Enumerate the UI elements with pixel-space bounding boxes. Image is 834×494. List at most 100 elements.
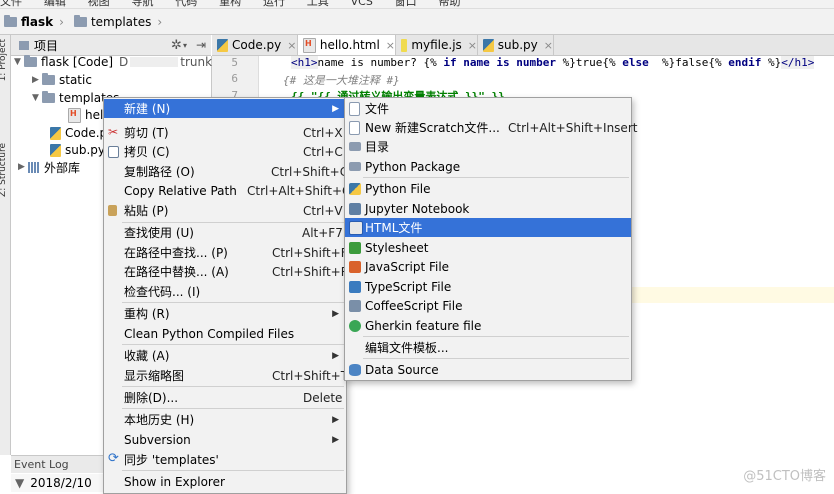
menu-item-delete[interactable]: 删除(D)... Delete	[104, 388, 346, 407]
python-file-icon	[50, 143, 61, 157]
tree-item-label: static	[59, 73, 92, 87]
code-token: </h1>	[781, 56, 815, 69]
collapse-arrow-icon[interactable]: ▼	[32, 93, 42, 103]
code-token: else	[622, 56, 649, 69]
menu-item-copy-path[interactable]: 复制路径 (O) Ctrl+Shift+C	[104, 162, 348, 181]
menu-item-subversion[interactable]: Subversion ▶	[104, 430, 346, 449]
menu-view[interactable]: 视图	[88, 0, 110, 8]
submenu-item-coffeescript[interactable]: CoffeeScript File	[345, 296, 631, 315]
submenu-item-gherkin[interactable]: Gherkin feature file	[345, 316, 631, 335]
menu-separator	[122, 470, 344, 471]
submenu-item-jupyter-notebook[interactable]: Jupyter Notebook	[345, 199, 631, 218]
menu-item-find-in-path[interactable]: 在路径中查找... (P) Ctrl+Shift+F	[104, 243, 348, 262]
submenu-item-directory[interactable]: 目录	[345, 137, 631, 156]
code-token: {%	[602, 56, 616, 69]
menu-code[interactable]: 代码	[175, 0, 197, 8]
code-token: <h1>	[291, 56, 318, 69]
menu-item-label: Jupyter Notebook	[365, 201, 470, 216]
menu-item-label: 新建 (N)	[124, 102, 171, 116]
menu-item-find-usages[interactable]: 查找使用 (U) Alt+F7	[104, 223, 346, 242]
menu-item-cut[interactable]: ✂ 剪切 (T) Ctrl+X	[104, 123, 346, 142]
submenu-item-new-scratch[interactable]: New 新建Scratch文件... Ctrl+Alt+Shift+Insert	[345, 118, 637, 137]
submenu-item-python-package[interactable]: Python Package	[345, 157, 631, 176]
menu-item-inspect-code[interactable]: 检查代码... (I)	[104, 282, 346, 301]
menu-item-replace-in-path[interactable]: 在路径中替换... (A) Ctrl+Shift+R	[104, 262, 349, 281]
submenu-item-javascript[interactable]: JavaScript File	[345, 257, 631, 276]
menu-window[interactable]: 窗口	[395, 0, 417, 8]
project-panel-title[interactable]: 项目	[34, 37, 58, 54]
tree-item-sub-py[interactable]: sub.py	[50, 141, 105, 159]
collapse-arrow-icon[interactable]: ▼	[14, 57, 24, 67]
submenu-item-edit-file-templates[interactable]: 编辑文件模板...	[345, 338, 631, 357]
close-icon[interactable]: ×	[386, 39, 395, 52]
menu-item-favorites[interactable]: 收藏 (A) ▶	[104, 346, 346, 365]
project-tool-button[interactable]: 1: Project	[0, 39, 8, 81]
menu-navigate[interactable]: 导航	[131, 0, 153, 8]
tree-item-code-py[interactable]: Code.p	[50, 124, 107, 142]
folder-icon	[24, 55, 37, 67]
menu-item-shortcut: Ctrl+X	[303, 125, 343, 140]
submenu-item-typescript[interactable]: TypeScript File	[345, 277, 631, 296]
menu-item-clean-python-compiled[interactable]: Clean Python Compiled Files	[104, 324, 346, 343]
menu-refactor[interactable]: 重构	[219, 0, 241, 8]
close-icon[interactable]: ×	[544, 39, 553, 52]
menu-item-label: 在路径中查找... (P)	[124, 246, 228, 260]
breadcrumb-folder[interactable]: templates	[73, 14, 151, 29]
code-token: if	[443, 56, 457, 69]
tree-item-label: flask [Code]	[41, 55, 114, 69]
expand-arrow-icon[interactable]: ▶	[32, 75, 42, 85]
menu-vcs[interactable]: VCS	[351, 0, 373, 8]
code-token: true	[575, 56, 603, 69]
tab-sub-py[interactable]: sub.py ×	[478, 35, 554, 55]
tree-item-static[interactable]: ▶ static	[32, 71, 92, 89]
menu-help[interactable]: 帮助	[438, 0, 460, 8]
submenu-item-python-file[interactable]: Python File	[345, 179, 631, 198]
breadcrumb-project-label: flask	[21, 14, 54, 29]
structure-tool-button[interactable]: Z: Structure	[0, 143, 8, 197]
submenu-arrow-icon: ▶	[332, 414, 339, 425]
menu-item-label: 编辑文件模板...	[365, 341, 449, 355]
tab-code-py[interactable]: Code.py ×	[212, 35, 298, 55]
gear-dropdown-icon[interactable]: ▾	[183, 41, 187, 50]
submenu-item-data-source[interactable]: Data Source	[345, 360, 631, 379]
code-token: is	[496, 56, 510, 69]
tab-hello-html[interactable]: hello.html ×	[298, 35, 396, 55]
menu-item-new[interactable]: 新建 (N) ▶	[104, 99, 346, 118]
tree-item-label: 外部库	[44, 160, 81, 175]
code-token: {%	[423, 56, 437, 69]
menu-item-refactor[interactable]: 重构 (R) ▶	[104, 304, 346, 323]
submenu-item-html-file[interactable]: HTML文件	[345, 218, 631, 237]
menu-edit[interactable]: 编辑	[44, 0, 66, 8]
tree-item-external-libs[interactable]: ▶ 外部库	[18, 158, 80, 176]
menu-item-label: 检查代码... (I)	[124, 285, 201, 299]
menu-item-label: 剪切 (T)	[124, 126, 169, 140]
menu-item-copy[interactable]: 拷贝 (C) Ctrl+C	[104, 142, 346, 161]
collapse-arrow-icon[interactable]: ▼	[15, 476, 24, 490]
close-icon[interactable]: ×	[287, 39, 296, 52]
tab-myfile-js[interactable]: myfile.js ×	[396, 35, 478, 55]
menu-item-sync[interactable]: ⟳ 同步 'templates'	[104, 450, 346, 469]
menu-item-show-in-explorer[interactable]: Show in Explorer	[104, 472, 346, 491]
submenu-item-stylesheet[interactable]: Stylesheet	[345, 238, 631, 257]
tree-item-hello-html[interactable]: hell	[68, 106, 107, 124]
expand-arrow-icon[interactable]: ▶	[18, 162, 28, 172]
menu-tools[interactable]: 工具	[307, 0, 329, 8]
menu-item-label: JavaScript File	[365, 259, 450, 274]
menu-item-label: 复制路径 (O)	[124, 165, 195, 179]
close-icon[interactable]: ×	[468, 39, 477, 52]
menu-item-copy-relative-path[interactable]: Copy Relative Path Ctrl+Alt+Shift+C	[104, 181, 350, 200]
submenu-arrow-icon: ▶	[332, 434, 339, 445]
code-line-6: {# 这是一大堆注释 #}	[283, 74, 400, 87]
menu-file[interactable]: 文件	[0, 0, 22, 8]
menu-run[interactable]: 运行	[263, 0, 285, 8]
menu-item-show-thumbnail[interactable]: 显示缩略图 Ctrl+Shift+T	[104, 366, 348, 385]
tree-item-root[interactable]: ▼ flask [Code] D trunk\	[14, 53, 216, 71]
gherkin-icon	[349, 319, 361, 332]
gear-icon[interactable]: ✲	[171, 38, 182, 53]
menu-item-paste[interactable]: 粘贴 (P) Ctrl+V	[104, 201, 346, 220]
submenu-item-file[interactable]: 文件	[345, 99, 631, 118]
code-token: false	[675, 56, 709, 69]
breadcrumb-project[interactable]: flask	[4, 14, 54, 29]
hide-panel-icon[interactable]: ⇥	[196, 38, 206, 52]
menu-item-local-history[interactable]: 本地历史 (H) ▶	[104, 410, 346, 429]
